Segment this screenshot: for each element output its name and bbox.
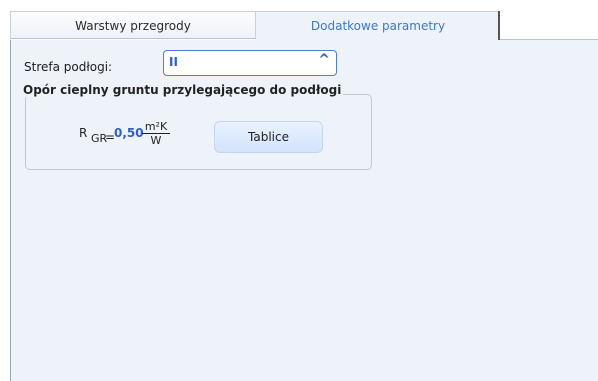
floor-zone-value: II [169, 55, 178, 69]
resistance-unit: m²K W [142, 120, 170, 147]
unit-denominator: W [150, 134, 162, 147]
tab-warstwy-przegrody[interactable]: Warstwy przegrody [10, 11, 256, 39]
tab-bar: Warstwy przegrody Dodatkowe parametry [10, 11, 598, 40]
resistance-symbol: R [79, 126, 88, 140]
resistance-value: 0,50 [114, 126, 144, 140]
tab-dodatkowe-parametry[interactable]: Dodatkowe parametry [256, 11, 500, 40]
chevron-up-icon: ^ [318, 52, 330, 68]
tables-button[interactable]: Tablice [214, 121, 323, 153]
floor-zone-label: Strefa podłogi: [24, 60, 113, 74]
ground-resistance-legend: Opór cieplny gruntu przylegającego do po… [21, 83, 344, 97]
unit-numerator: m²K [142, 120, 170, 134]
tab-bar-empty-area [500, 11, 598, 40]
floor-zone-select[interactable]: II ^ [163, 50, 337, 76]
